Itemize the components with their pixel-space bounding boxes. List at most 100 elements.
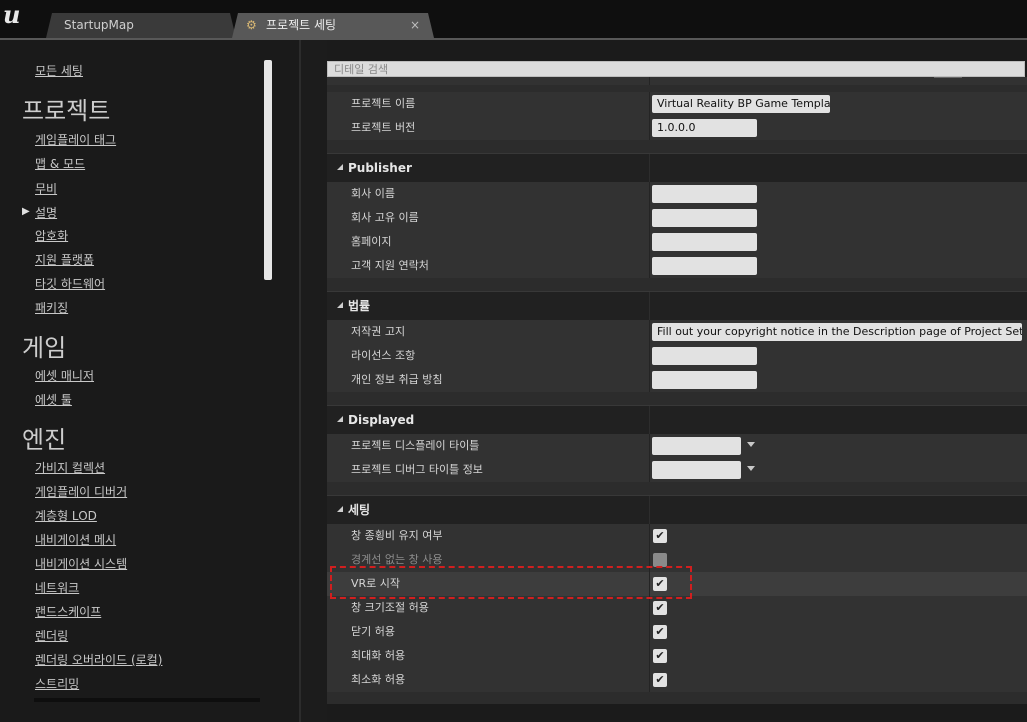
nav-streaming[interactable]: 스트리밍 (35, 675, 79, 692)
section-header-engine: 엔진 (22, 426, 67, 454)
aspect-ratio-checkbox[interactable]: ✔ (653, 529, 667, 543)
nav-all-settings[interactable]: 모든 세팅 (35, 62, 83, 79)
property-label: 고객 지원 연락처 (351, 259, 429, 272)
nav-packaging[interactable]: 패키징 (35, 299, 68, 316)
dropdown-arrow-icon[interactable] (747, 466, 755, 471)
allow-minimize-checkbox[interactable]: ✔ (653, 673, 667, 687)
tab-label: 프로젝트 세팅 (266, 18, 337, 32)
company-distinguished-name-field[interactable] (652, 209, 757, 227)
homepage-field[interactable] (652, 233, 757, 251)
display-title-field[interactable] (652, 437, 741, 455)
property-label: 창 종횡비 유지 여부 (351, 529, 443, 542)
selected-arrow-icon: ▶ (22, 206, 30, 217)
allow-close-checkbox[interactable]: ✔ (653, 625, 667, 639)
property-label: 라이선스 조항 (351, 349, 416, 362)
details-row: 프로젝트 이름 Virtual Reality BP Game Template (327, 92, 1027, 116)
allow-maximize-checkbox[interactable]: ✔ (653, 649, 667, 663)
nav-garbage-collection[interactable]: 가비지 컬렉션 (35, 459, 105, 476)
company-name-field[interactable] (652, 185, 757, 203)
property-label: 최소화 허용 (351, 673, 406, 686)
property-label: 프로젝트 디버그 타이틀 정보 (351, 463, 483, 476)
title-bar: u StartupMap ⚙ 프로젝트 세팅 × (0, 0, 1027, 40)
details-row: 닫기 허용 ✔ (327, 620, 1027, 644)
details-search-input[interactable]: 디테일 검색 (327, 61, 1025, 77)
support-contact-field[interactable] (652, 257, 757, 275)
details-panel: 프로젝트 이름 Virtual Reality BP Game Template… (327, 77, 1027, 704)
nav-supported-platforms[interactable]: 지원 플랫폼 (35, 251, 94, 268)
nav-rendering-override-local[interactable]: 렌더링 오버라이드 (로컬) (35, 651, 162, 668)
privacy-policy-field[interactable] (652, 371, 757, 389)
annotation-highlight-box (330, 566, 692, 599)
section-publisher[interactable]: Publisher (327, 153, 1027, 182)
property-label: 최대화 허용 (351, 649, 406, 662)
property-label: 프로젝트 디스플레이 타이틀 (351, 439, 480, 452)
section-displayed[interactable]: Displayed (327, 405, 1027, 434)
details-row-partial (327, 77, 1027, 85)
debug-title-info-field[interactable] (652, 461, 741, 479)
collapse-arrow-icon (337, 506, 343, 512)
copyright-notice-field[interactable]: Fill out your copyright notice in the De… (652, 323, 1022, 341)
section-legal[interactable]: 법률 (327, 291, 1027, 320)
section-header-game: 게임 (22, 334, 67, 362)
details-row: 창 종횡비 유지 여부 ✔ (327, 524, 1027, 548)
nav-movies[interactable]: 무비 (35, 180, 57, 197)
details-gutter (301, 40, 327, 722)
nav-encryption[interactable]: 암호화 (35, 227, 68, 244)
project-version-field[interactable]: 1.0.0.0 (652, 119, 757, 137)
section-header-project: 프로젝트 (22, 97, 111, 125)
category-scrollbar[interactable] (264, 60, 272, 280)
nav-gameplay-tags[interactable]: 게임플레이 태그 (35, 131, 116, 148)
property-label: 프로젝트 버전 (351, 121, 416, 134)
nav-navigation-system[interactable]: 내비게이션 시스템 (35, 555, 127, 572)
property-label: 회사 이름 (351, 187, 395, 200)
details-row: 라이선스 조항 (327, 344, 1027, 368)
property-label: 홈페이지 (351, 235, 392, 248)
nav-description[interactable]: 설명 (35, 204, 57, 221)
project-name-field[interactable]: Virtual Reality BP Game Template (652, 95, 830, 113)
details-row: 프로젝트 버전 1.0.0.0 (327, 116, 1027, 140)
details-row: 회사 이름 (327, 182, 1027, 206)
collapse-arrow-icon (337, 416, 343, 422)
details-row: 개인 정보 취급 방침 (327, 368, 1027, 392)
details-row: 창 크기조절 허용 ✔ (327, 596, 1027, 620)
collapse-arrow-icon (337, 164, 343, 170)
tab-project-settings[interactable]: ⚙ 프로젝트 세팅 × (232, 13, 434, 38)
nav-hierarchical-lod[interactable]: 계층형 LOD (35, 507, 97, 524)
section-title: Publisher (348, 161, 412, 175)
details-row: 프로젝트 디버그 타이틀 정보 (327, 458, 1027, 482)
licensing-terms-field[interactable] (652, 347, 757, 365)
property-label: 저작권 고지 (351, 325, 406, 338)
close-tab-icon[interactable]: × (410, 13, 420, 38)
tab-label: StartupMap (64, 18, 134, 32)
nav-landscape[interactable]: 랜드스케이프 (35, 603, 101, 620)
details-row: 고객 지원 연락처 (327, 254, 1027, 278)
details-row: 회사 고유 이름 (327, 206, 1027, 230)
nav-rendering[interactable]: 렌더링 (35, 627, 68, 644)
project-id-dropdown-button[interactable] (934, 77, 962, 78)
details-row: 최소화 허용 ✔ (327, 668, 1027, 692)
tab-startupmap[interactable]: StartupMap (46, 13, 236, 38)
details-row: 프로젝트 디스플레이 타이틀 (327, 434, 1027, 458)
nav-navigation-mesh[interactable]: 내비게이션 메시 (35, 531, 116, 548)
nav-asset-tools[interactable]: 에셋 툴 (35, 391, 72, 408)
settings-gear-icon: ⚙ (246, 18, 257, 32)
allow-window-resize-checkbox[interactable]: ✔ (653, 601, 667, 615)
section-title: 법률 (348, 299, 371, 313)
collapse-arrow-icon (337, 302, 343, 308)
property-label: 회사 고유 이름 (351, 211, 419, 224)
property-label: 닫기 허용 (351, 625, 395, 638)
nav-gameplay-debugger[interactable]: 게임플레이 디버거 (35, 483, 127, 500)
borderless-window-checkbox (653, 553, 667, 567)
section-title: Displayed (348, 413, 415, 427)
category-scroll-edge (34, 698, 260, 702)
property-label: 프로젝트 이름 (351, 97, 416, 110)
nav-maps-modes[interactable]: 맵 & 모드 (35, 155, 85, 172)
details-bottom-edge (327, 704, 1027, 722)
property-label: 창 크기조절 허용 (351, 601, 429, 614)
section-settings[interactable]: 세팅 (327, 495, 1027, 524)
nav-target-hardware[interactable]: 타깃 하드웨어 (35, 275, 105, 292)
nav-network[interactable]: 네트워크 (35, 579, 79, 596)
details-row: 최대화 허용 ✔ (327, 644, 1027, 668)
nav-asset-manager[interactable]: 에셋 매니저 (35, 367, 94, 384)
dropdown-arrow-icon[interactable] (747, 442, 755, 447)
